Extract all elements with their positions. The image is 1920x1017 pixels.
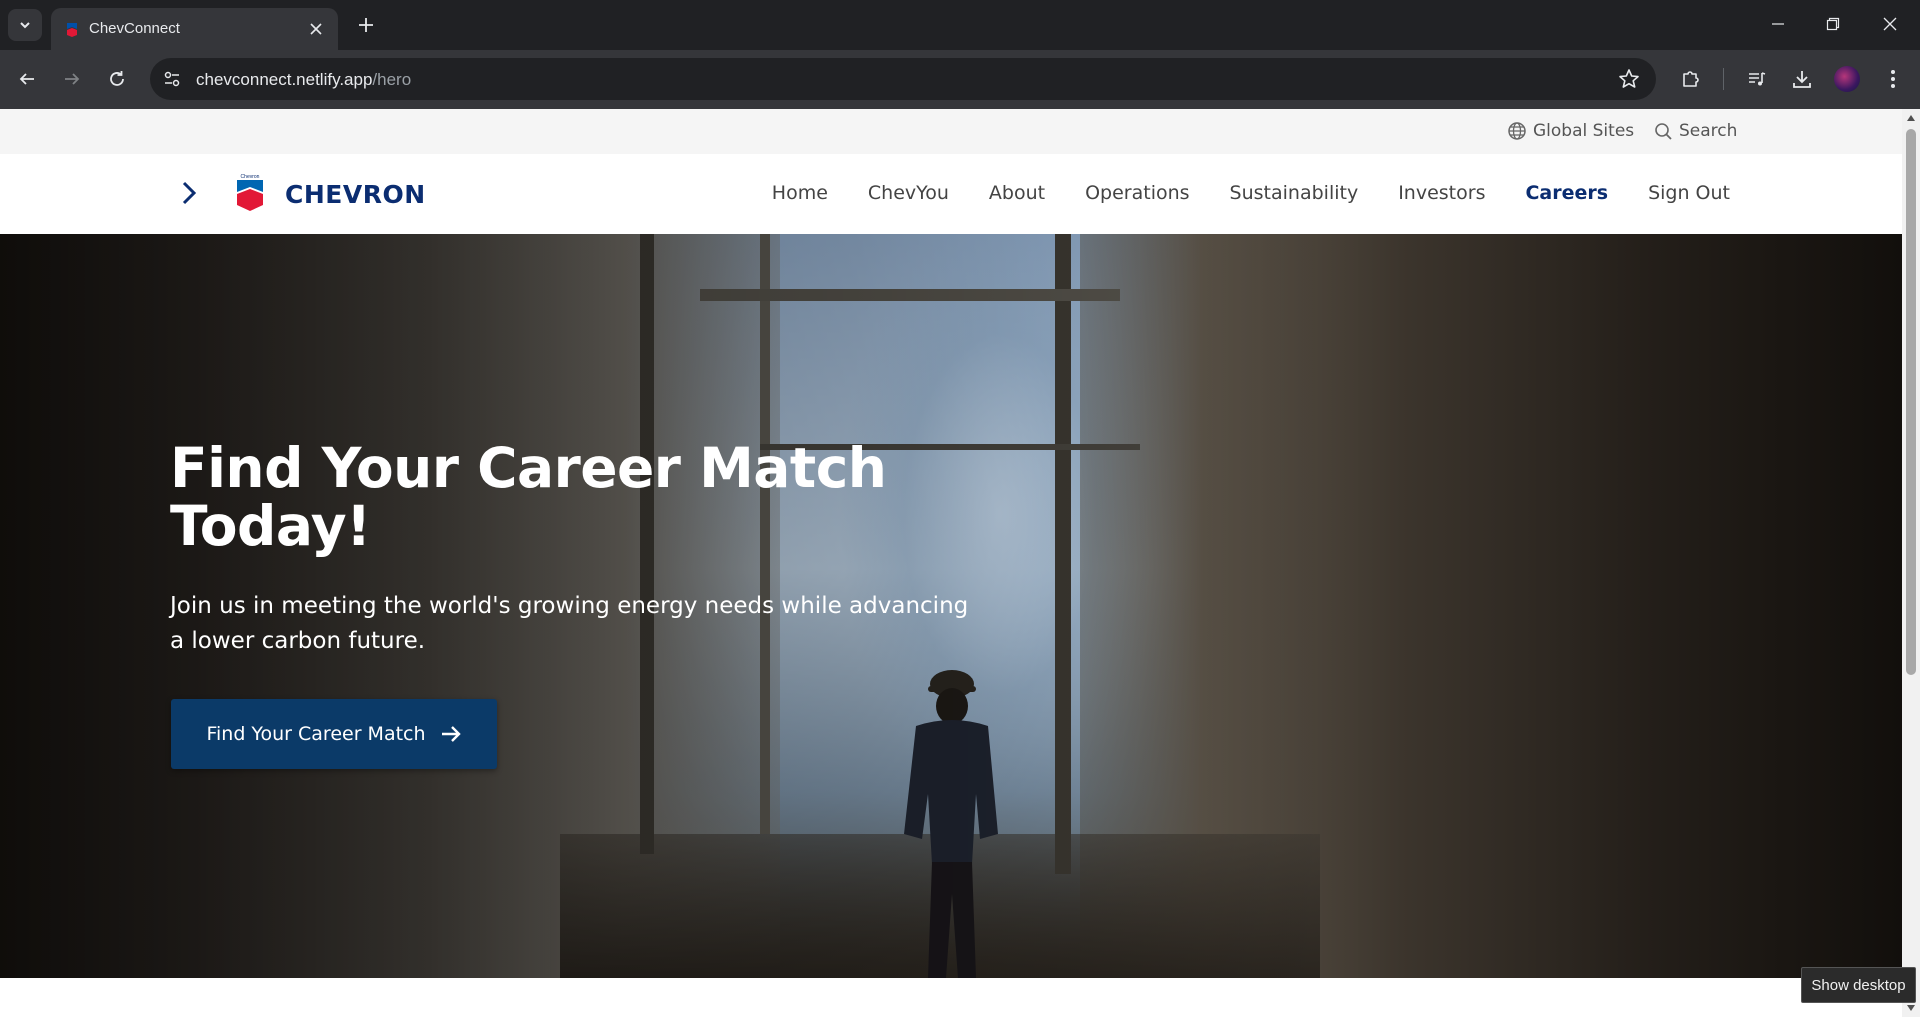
plus-icon (359, 18, 373, 32)
nav-investors[interactable]: Investors (1398, 182, 1485, 204)
download-icon (1793, 71, 1811, 88)
forward-button[interactable] (57, 64, 87, 94)
more-menu-button[interactable] (1878, 64, 1908, 94)
svg-text:Chevron: Chevron (241, 174, 260, 180)
media-icon (1749, 72, 1766, 86)
site-info-icon[interactable] (162, 69, 182, 89)
nav-chevyou[interactable]: ChevYou (868, 182, 949, 204)
url-path: /hero (372, 70, 412, 89)
nav-about[interactable]: About (989, 182, 1045, 204)
triangle-down-icon (1907, 1005, 1915, 1011)
nav-home[interactable]: Home (772, 182, 828, 204)
tab-title: ChevConnect (89, 20, 180, 37)
search-link[interactable]: Search (1654, 121, 1737, 141)
scroll-down-arrow[interactable] (1906, 1003, 1916, 1013)
triangle-up-icon (1907, 115, 1915, 121)
hero-title: Find Your Career Match Today! (170, 436, 887, 558)
back-icon (19, 73, 34, 85)
browser-tab[interactable]: ChevConnect (51, 8, 338, 50)
back-button[interactable] (12, 64, 42, 94)
forward-icon (65, 73, 80, 85)
tab-list-button[interactable] (8, 9, 42, 41)
scroll-up-arrow[interactable] (1906, 113, 1916, 123)
browser-toolbar: chevconnect.netlify.app/hero (0, 50, 1920, 109)
reload-icon (110, 71, 124, 86)
window-close-button[interactable] (1870, 8, 1910, 40)
scroll-thumb[interactable] (1906, 129, 1916, 675)
minimize-icon (1772, 23, 1784, 25)
toolbar-separator (1723, 68, 1724, 90)
hero-subtitle: Join us in meeting the world's growing e… (170, 593, 969, 654)
minimize-button[interactable] (1758, 8, 1798, 40)
profile-avatar[interactable] (1834, 66, 1860, 92)
utility-bar: Global Sites Search (0, 109, 1902, 154)
tab-close-button[interactable] (305, 18, 327, 40)
chevron-down-icon (20, 22, 30, 29)
chevron-right-icon[interactable] (178, 178, 202, 208)
find-career-match-button[interactable]: Find Your Career Match (171, 699, 497, 769)
page-scrollbar[interactable] (1902, 109, 1920, 1017)
window-close-icon (1883, 17, 1897, 31)
nav-operations[interactable]: Operations (1085, 182, 1189, 204)
web-page: Global Sites Search Chevron CHEVRON Home… (0, 109, 1902, 1017)
search-icon (1655, 122, 1672, 140)
global-sites-link[interactable]: Global Sites (1507, 121, 1634, 141)
extensions-button[interactable] (1676, 64, 1706, 94)
restore-button[interactable] (1813, 8, 1853, 40)
logo-wordmark[interactable]: CHEVRON (285, 180, 426, 209)
media-button[interactable] (1742, 64, 1772, 94)
main-navigation: Chevron CHEVRON Home ChevYou About Opera… (0, 154, 1902, 234)
hero-section: Find Your Career Match Today! Join us in… (0, 234, 1902, 978)
browser-tab-bar: ChevConnect (0, 0, 1920, 50)
new-tab-button[interactable] (352, 11, 380, 39)
show-desktop-tooltip: Show desktop (1801, 967, 1916, 1003)
downloads-button[interactable] (1787, 64, 1817, 94)
chevron-hallmark-logo[interactable]: Chevron (236, 173, 264, 211)
url-text: chevconnect.netlify.app/hero (196, 70, 411, 90)
extensions-icon (1683, 71, 1699, 87)
reload-button[interactable] (102, 64, 132, 94)
more-vert-icon (1891, 70, 1895, 88)
nav-sign-out[interactable]: Sign Out (1648, 182, 1730, 204)
nav-careers[interactable]: Careers (1525, 182, 1608, 204)
url-host: chevconnect.netlify.app (196, 70, 373, 89)
address-bar[interactable]: chevconnect.netlify.app/hero (150, 58, 1656, 100)
nav-sustainability[interactable]: Sustainability (1230, 182, 1359, 204)
cta-label: Find Your Career Match (206, 723, 426, 745)
nav-links: Home ChevYou About Operations Sustainabi… (772, 182, 1730, 204)
global-sites-label: Global Sites (1533, 121, 1635, 141)
search-label: Search (1679, 121, 1738, 141)
close-icon (310, 23, 322, 35)
arrow-right-icon (441, 726, 461, 742)
restore-icon (1826, 17, 1840, 31)
star-icon[interactable] (1618, 68, 1640, 90)
globe-icon (1508, 122, 1526, 140)
chevron-favicon-icon (67, 23, 77, 37)
